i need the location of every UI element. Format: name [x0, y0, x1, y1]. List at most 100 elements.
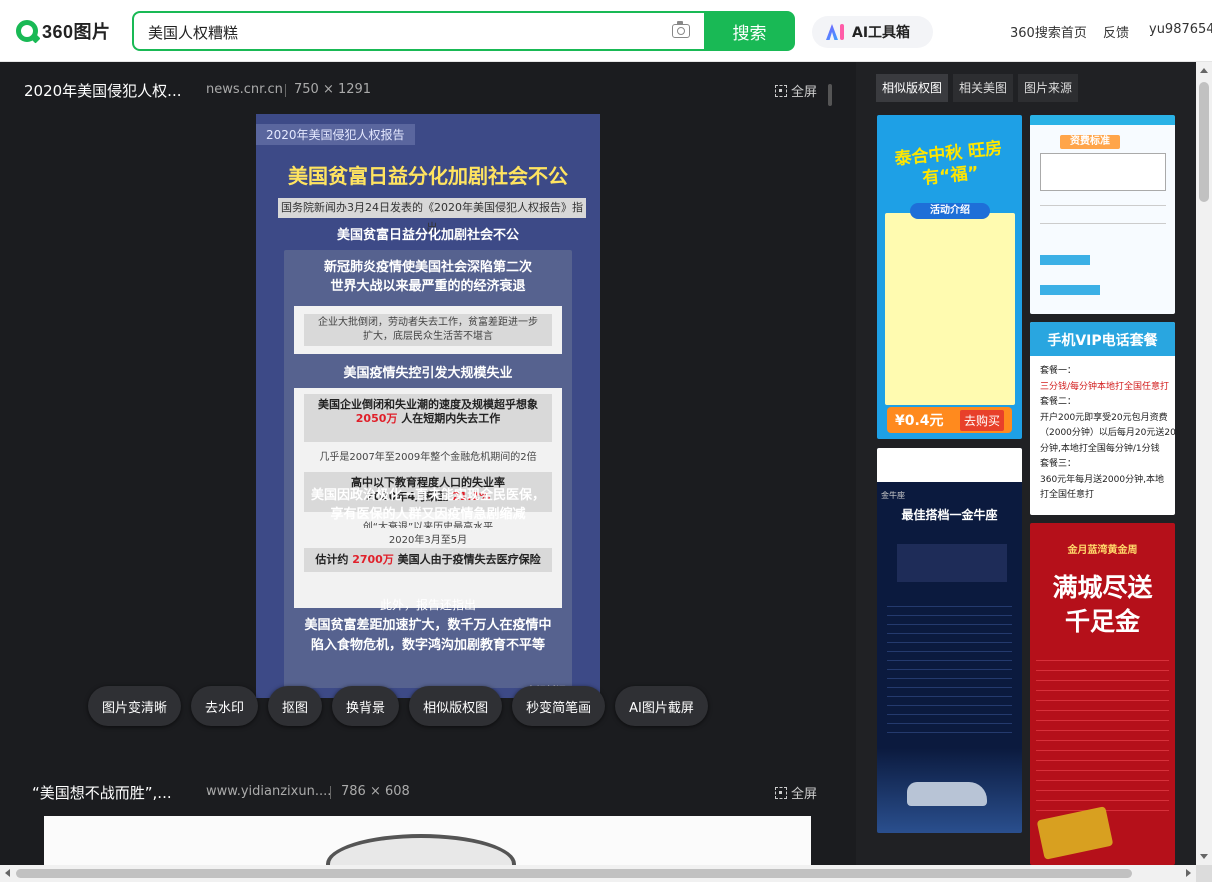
fullscreen-button[interactable]: 全屏 — [775, 81, 817, 100]
thumb-sub: 活动介绍 — [910, 203, 990, 219]
thumb-line: 套餐三： — [1040, 459, 1077, 469]
note: 几乎是2007年至2009年整个金融危机期间的2倍 — [319, 452, 537, 463]
related-thumb[interactable]: 金月蓝湾黄金周 满城尽送 千足金 — [1030, 523, 1175, 865]
thumb-price: ¥0.4元 — [895, 413, 944, 429]
home-link[interactable]: 360搜索首页 — [1010, 22, 1087, 41]
item-title[interactable]: 2020年美国侵犯人权... — [24, 80, 181, 101]
section-title: 美国疫情失控引发大规模失业 — [343, 366, 513, 381]
item-header: “美国想不战而胜”,... www.yidianzixun.... 786 × … — [0, 778, 856, 808]
section-title: 享有医保的人群又因疫情急剧缩减 — [330, 507, 526, 522]
logo-text: 360图片 — [42, 22, 111, 42]
thumb-top — [877, 448, 1022, 482]
stat-box: 美国企业倒闭和失业潮的速度及规模超乎想象 2050万 人在短期内失去工作 — [304, 394, 552, 442]
search-input[interactable] — [148, 21, 648, 43]
thumb-gold — [1036, 806, 1114, 860]
section-title: 美国贫富差距加速扩大，数千万人在疫情中 — [304, 618, 552, 633]
change-background-button[interactable]: 换背景 — [332, 686, 400, 726]
preview-image[interactable] — [44, 816, 811, 865]
ai-tools-button[interactable]: AI工具箱 — [812, 16, 933, 48]
related-thumb[interactable]: 泰合中秋 旺房有“福” 活动介绍 ¥0.4元 去购买 — [877, 115, 1022, 439]
thumb-title: 泰合中秋 旺房有“福” — [893, 138, 1004, 189]
thumb-title: 资费标准 — [1060, 135, 1120, 149]
item-header: 2020年美国侵犯人权... news.cnr.cn 750 × 1291 全屏 — [0, 76, 856, 106]
fullscreen-icon — [775, 786, 787, 799]
stat-line: 美国企业倒闭和失业潮的速度及规模超乎想象 — [318, 398, 538, 411]
scroll-left-icon[interactable] — [5, 869, 10, 877]
user-link[interactable]: yu987654_ — [1149, 22, 1212, 37]
thumb-brand: 金牛座 — [881, 491, 905, 500]
thumb-title: 满城尽送 千足金 — [1052, 573, 1153, 636]
similar-copyright-button[interactable]: 相似版权图 — [409, 686, 503, 726]
related-thumb[interactable]: 资费标准 — [1030, 115, 1175, 314]
thumb-buy: 去购买 — [959, 409, 1004, 431]
text-line: 企业大批倒闭，劳动者失去工作，贫富差距进一步 — [318, 317, 538, 328]
poster-panel: 新冠肺炎疫情使美国社会深陷第二次 世界大战以来最严重的的经济衰退 企业大批倒闭，… — [284, 250, 572, 688]
thumb-line: 开户200元即享受20元包月资费 — [1040, 412, 1168, 423]
stat-text: 人在短期内失去工作 — [401, 412, 501, 425]
poster-subhead: 美国贫富日益分化加剧社会不公 — [336, 228, 519, 243]
thumb-line: 套餐一： — [1040, 366, 1077, 376]
sketch-button[interactable]: 秒变简笔画 — [512, 686, 606, 726]
enhance-button[interactable]: 图片变清晰 — [88, 686, 182, 726]
scroll-down-icon[interactable] — [1200, 854, 1208, 859]
poster-lead: 国务院新闻办3月24日发表的《2020年美国侵犯人权报告》指出 — [278, 198, 586, 234]
thumb-title: 手机VIP电话套餐 — [1047, 333, 1158, 349]
stat-text: 美国人由于疫情失去医疗保险 — [397, 553, 541, 566]
item-title[interactable]: “美国想不战而胜”,... — [32, 782, 172, 803]
stat-line: 2050万 人在短期内失去工作 — [304, 412, 552, 426]
logo[interactable]: 360图片 — [16, 18, 111, 44]
item-size: 750 × 1291 — [294, 82, 372, 97]
preview-image[interactable]: 2020年美国侵犯人权报告 美国贫富日益分化加剧社会不公 国务院新闻办3月24日… — [256, 114, 600, 698]
section-box: 2020年3月至5月 估计约 2700万 美国人由于疫情失去医疗保险 — [294, 528, 562, 580]
horizontal-scrollbar[interactable] — [0, 865, 1196, 882]
cutout-button[interactable]: 抠图 — [268, 686, 323, 726]
stat-number: 2700万 — [352, 553, 394, 566]
image-content — [326, 834, 516, 865]
fullscreen-icon — [775, 84, 787, 97]
remove-watermark-button[interactable]: 去水印 — [191, 686, 259, 726]
tab-source[interactable]: 图片来源 — [1018, 74, 1079, 102]
thumb-table — [1040, 153, 1166, 191]
main-content: 2020年美国侵犯人权... news.cnr.cn 750 × 1291 全屏… — [0, 62, 856, 865]
thumb-body-text — [1036, 651, 1169, 811]
related-thumb[interactable]: 手机VIP电话套餐 套餐一： 三分钱/每分钟本地打全国任意打 套餐二： 开户20… — [1030, 322, 1175, 515]
fullscreen-button[interactable]: 全屏 — [775, 783, 817, 802]
tab-related[interactable]: 相关美图 — [953, 74, 1014, 102]
sidebar-tabs: 相似版权图 相关美图 图片来源 — [876, 74, 1079, 102]
image-toolbar: 图片变清晰 去水印 抠图 换背景 相似版权图 秒变简笔画 AI图片截屏 — [88, 686, 708, 726]
scrollbar-corner — [1196, 865, 1212, 882]
vertical-scrollbar[interactable] — [1196, 62, 1212, 865]
thumb-panel: 活动介绍 — [885, 203, 1015, 405]
thumb-brand: 金月蓝湾黄金周 — [1067, 545, 1138, 556]
divider — [330, 786, 331, 799]
scrollbar-thumb[interactable] — [1199, 82, 1209, 202]
thumb-car — [907, 782, 987, 806]
feedback-link[interactable]: 反馈 — [1103, 22, 1129, 41]
section-intro: 此外，报告还指出 — [379, 598, 476, 612]
section-title: 世界大战以来最严重的的经济衰退 — [330, 279, 526, 294]
related-thumb[interactable]: 金牛座 最佳搭档一金牛座 — [877, 448, 1022, 833]
ai-tools-label: AI工具箱 — [852, 25, 911, 41]
fullscreen-label: 全屏 — [791, 85, 818, 100]
item-source[interactable]: www.yidianzixun.... — [206, 784, 331, 799]
text-line: 扩大，底层民众生活苦不堪言 — [363, 331, 493, 342]
scroll-right-icon[interactable] — [1186, 869, 1191, 877]
scrollbar-thumb[interactable] — [16, 869, 1132, 878]
section-title: 陷入食物危机，数字鸿沟加剧教育不平等 — [310, 638, 545, 653]
fullscreen-label: 全屏 — [791, 787, 818, 802]
item-source[interactable]: news.cnr.cn — [206, 82, 283, 97]
thumb-line — [1040, 205, 1166, 206]
tab-similar-copyright[interactable]: 相似版权图 — [876, 74, 949, 102]
scroll-up-icon[interactable] — [1200, 68, 1208, 73]
section-title: 美国因政治极化一直未能实现全民医保， — [310, 488, 545, 503]
ai-screenshot-button[interactable]: AI图片截屏 — [615, 686, 708, 726]
related-sidebar: 相似版权图 相关美图 图片来源 泰合中秋 旺房有“福” 活动介绍 ¥0.4元 去… — [856, 62, 1196, 865]
preview-scrollbar[interactable] — [828, 84, 832, 106]
item-size: 786 × 608 — [341, 784, 410, 799]
section-box: 企业大批倒闭，劳动者失去工作，贫富差距进一步 扩大，底层民众生活苦不堪言 — [294, 306, 562, 354]
search-button[interactable]: 搜索 — [704, 11, 795, 51]
thumb-line: 打全国任意打 — [1040, 490, 1095, 500]
stat-box: 估计约 2700万 美国人由于疫情失去医疗保险 — [304, 548, 552, 572]
camera-icon[interactable] — [672, 21, 690, 38]
divider — [285, 84, 286, 97]
